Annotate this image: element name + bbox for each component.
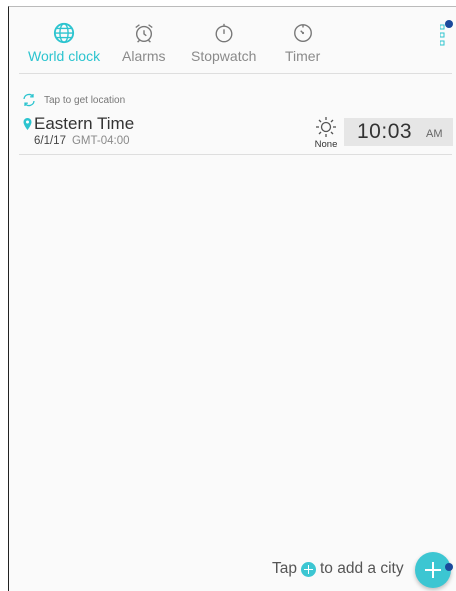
city-gmt-offset: GMT-04:00: [71, 135, 130, 147]
tab-stopwatch[interactable]: Stopwatch: [191, 22, 256, 64]
tab-label: World clock: [28, 48, 101, 64]
app-window: World clock Alarms Stopwatch Timer Tap t…: [8, 6, 456, 591]
city-divider: [19, 154, 452, 155]
city-date: 6/1/17: [34, 135, 66, 147]
city-name-row: Eastern Time: [23, 114, 134, 134]
tab-timer[interactable]: Timer: [285, 22, 320, 64]
get-location-label: Tap to get location: [44, 94, 126, 106]
marker-dot: [445, 20, 453, 28]
weather-indicator: None: [308, 116, 344, 150]
globe-icon: [53, 22, 75, 44]
get-location-button[interactable]: Tap to get location: [22, 92, 125, 108]
stopwatch-icon: [215, 23, 233, 43]
city-name: Eastern Time: [34, 114, 135, 133]
city-details: 6/1/17 GMT-04:00: [23, 135, 134, 147]
weather-condition: None: [314, 139, 338, 150]
city-time-display: 10:03 AM: [344, 118, 453, 146]
tab-alarms[interactable]: Alarms: [122, 22, 166, 64]
header-divider: [19, 73, 452, 74]
alarm-clock-icon: [135, 24, 153, 43]
city-ampm: AM: [426, 128, 443, 140]
add-city-hint: Tap to add a city: [272, 560, 404, 578]
tab-label: Alarms: [122, 48, 166, 64]
refresh-icon: [23, 93, 35, 107]
tab-label: Stopwatch: [191, 48, 257, 64]
location-pin-icon: [23, 118, 32, 130]
tab-bar: World clock Alarms Stopwatch Timer: [9, 7, 456, 75]
tab-world-clock[interactable]: World clock: [28, 22, 100, 64]
hint-text-before: Tap: [272, 560, 297, 577]
city-entry[interactable]: Eastern Time 6/1/17 GMT-04:00: [23, 114, 134, 147]
timer-icon: [293, 24, 312, 42]
plus-circle-icon: [301, 561, 316, 577]
sun-icon: [316, 117, 336, 137]
city-time: 10:03: [357, 120, 413, 143]
tab-label: Timer: [285, 48, 321, 64]
hint-text-after: to add a city: [320, 560, 404, 577]
marker-dot: [445, 563, 453, 571]
